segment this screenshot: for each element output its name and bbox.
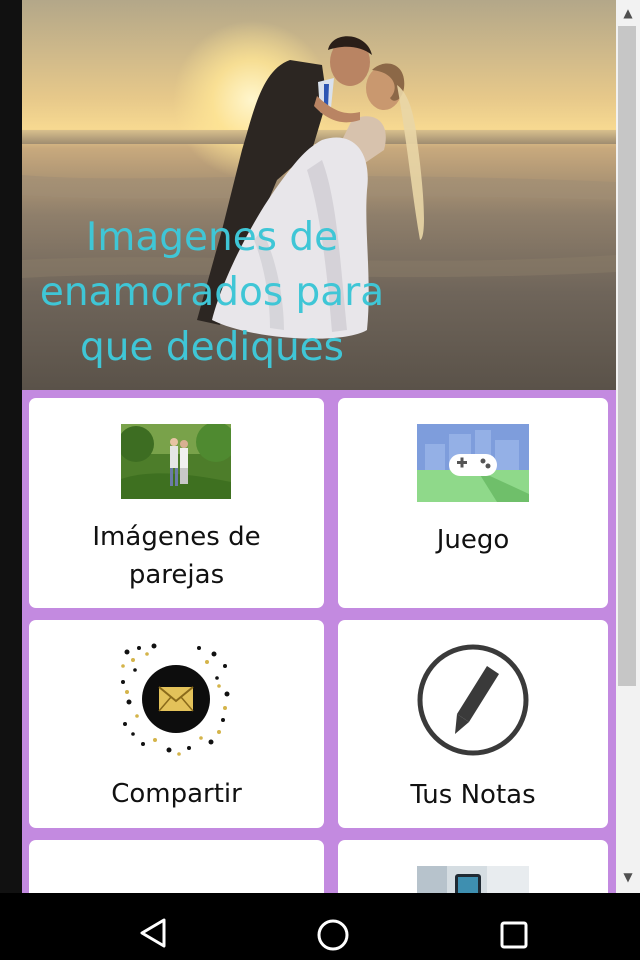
pencil-circle-icon bbox=[417, 644, 529, 756]
bottom-left-card[interactable] bbox=[29, 840, 324, 893]
gamepad-icon bbox=[417, 424, 529, 502]
couple-images-card[interactable]: Imágenes de parejas bbox=[29, 398, 324, 608]
game-label: Juego bbox=[436, 525, 510, 555]
phone-photo-icon bbox=[417, 866, 529, 893]
home-circle-icon[interactable] bbox=[293, 893, 373, 960]
hero-title: Imagenes de enamorados para que dediques bbox=[39, 215, 385, 370]
notes-label: Tus Notas bbox=[410, 780, 536, 810]
share-label: Compartir bbox=[111, 779, 242, 809]
scrollbar-thumb[interactable] bbox=[618, 26, 636, 686]
notes-card[interactable]: Tus Notas bbox=[338, 620, 608, 828]
recents-square-icon[interactable] bbox=[474, 893, 554, 960]
system-navigation-bar bbox=[0, 893, 640, 960]
hero-banner: Imagenes de enamorados para que dediques bbox=[22, 0, 616, 390]
app-screen: Imagenes de enamorados para que dediques… bbox=[22, 0, 616, 893]
share-card[interactable]: Compartir bbox=[29, 620, 324, 828]
couple-photo-icon bbox=[121, 424, 231, 499]
bottom-right-card[interactable] bbox=[338, 840, 608, 893]
couple-images-label: Imágenes de parejas bbox=[92, 522, 261, 590]
game-card[interactable]: Juego bbox=[338, 398, 608, 608]
scroll-up-arrow-icon[interactable]: ▲ bbox=[616, 2, 640, 24]
envelope-confetti-icon bbox=[121, 643, 230, 756]
back-triangle-icon[interactable] bbox=[112, 893, 192, 960]
scroll-down-arrow-icon[interactable]: ▼ bbox=[616, 866, 640, 888]
left-edge-bar bbox=[0, 0, 22, 893]
